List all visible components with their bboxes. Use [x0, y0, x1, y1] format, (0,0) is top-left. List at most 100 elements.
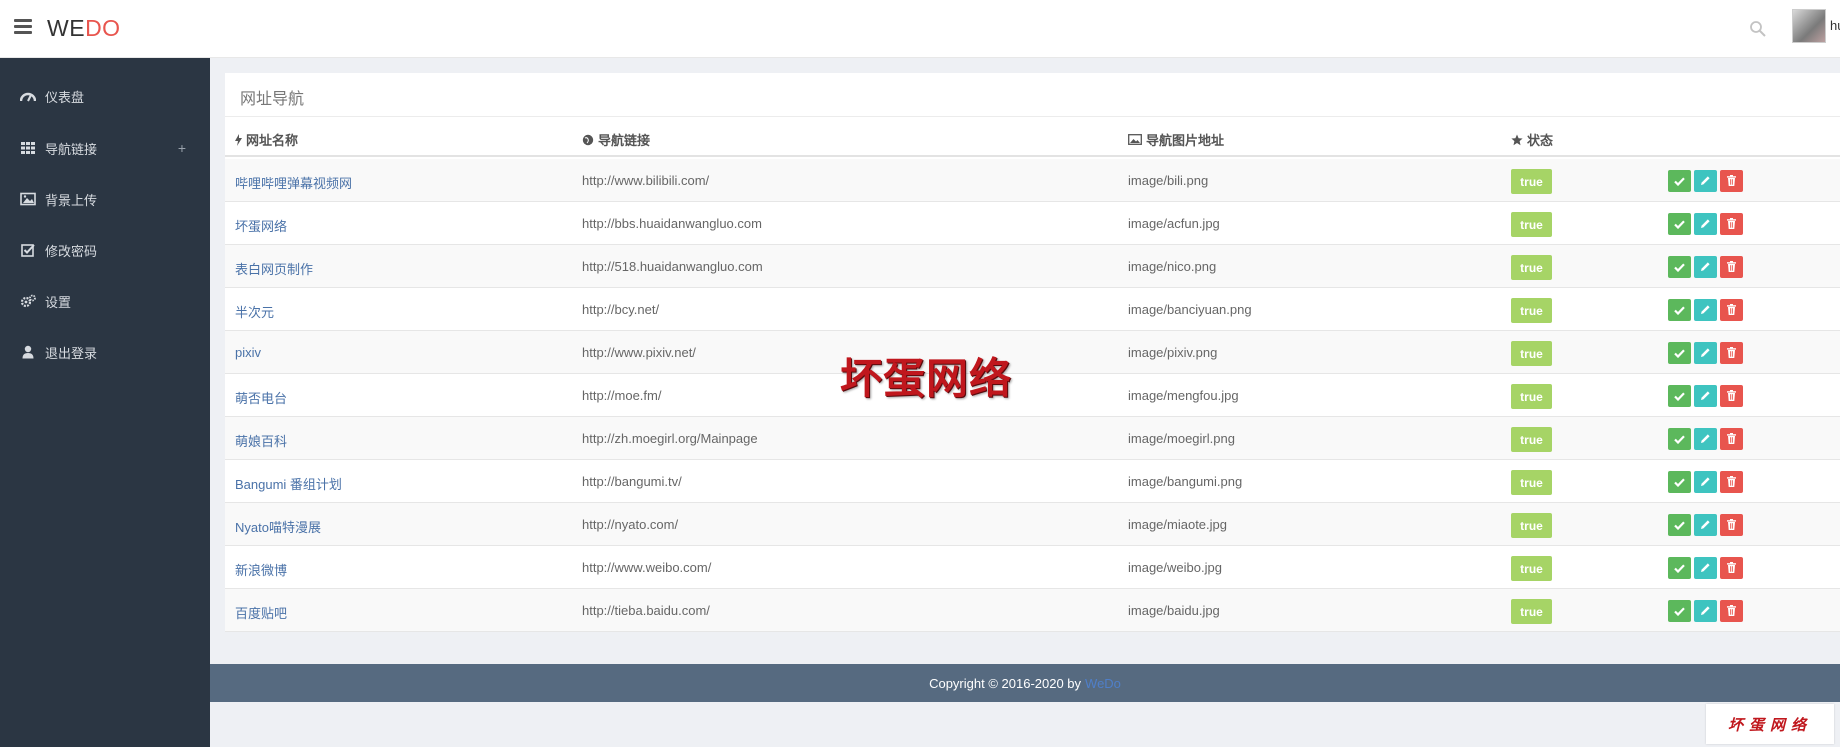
sidebar-item-change-password[interactable]: 修改密码	[0, 230, 210, 270]
delete-button[interactable]	[1720, 342, 1743, 364]
delete-button[interactable]	[1720, 213, 1743, 235]
status-badge: true	[1511, 255, 1552, 280]
edit-button[interactable]	[1694, 213, 1717, 235]
edit-button[interactable]	[1694, 299, 1717, 321]
edit-button[interactable]	[1694, 342, 1717, 364]
pencil-icon	[1700, 604, 1711, 619]
delete-button[interactable]	[1720, 299, 1743, 321]
site-url: http://moe.fm/	[582, 388, 662, 403]
edit-button[interactable]	[1694, 256, 1717, 278]
edit-button[interactable]	[1694, 385, 1717, 407]
site-name[interactable]: 萌娘百科	[235, 431, 287, 450]
footer-brand-link[interactable]: WeDo	[1085, 676, 1121, 691]
user-icon	[22, 345, 34, 359]
delete-button[interactable]	[1720, 385, 1743, 407]
site-name[interactable]: pixiv	[235, 345, 261, 360]
bolt-icon	[235, 133, 242, 146]
approve-button[interactable]	[1668, 600, 1691, 622]
approve-button[interactable]	[1668, 299, 1691, 321]
approve-button[interactable]	[1668, 428, 1691, 450]
delete-button[interactable]	[1720, 256, 1743, 278]
trash-icon	[1727, 346, 1736, 361]
edit-button[interactable]	[1694, 471, 1717, 493]
site-name[interactable]: Nyato喵特漫展	[235, 517, 321, 536]
header-url-label: 导航链接	[598, 133, 651, 148]
row-actions	[1668, 342, 1743, 364]
sidebar-item-label: 修改密码	[45, 243, 98, 259]
delete-button[interactable]	[1720, 557, 1743, 579]
edit-button[interactable]	[1694, 557, 1717, 579]
check-icon	[1674, 346, 1685, 361]
site-name[interactable]: 萌否电台	[235, 388, 287, 407]
site-name[interactable]: 半次元	[235, 302, 274, 321]
menu-toggle-icon[interactable]	[14, 19, 32, 35]
sidebar-item-label: 仪表盘	[45, 89, 85, 105]
site-name[interactable]: 哔哩哔哩弹幕视频网	[235, 173, 352, 192]
site-url: http://518.huaidanwangluo.com	[582, 259, 763, 274]
pencil-icon	[1700, 346, 1711, 361]
site-image-path: image/banciyuan.png	[1128, 302, 1252, 317]
footer: Copyright © 2016-2020 by WeDo	[210, 664, 1840, 702]
logo-do: DO	[85, 15, 121, 41]
approve-button[interactable]	[1668, 342, 1691, 364]
row-actions	[1668, 213, 1743, 235]
edit-button[interactable]	[1694, 428, 1717, 450]
edit-button[interactable]	[1694, 170, 1717, 192]
app-logo[interactable]: WEDO	[47, 15, 121, 42]
delete-button[interactable]	[1720, 428, 1743, 450]
site-name[interactable]: 新浪微博	[235, 560, 287, 579]
delete-button[interactable]	[1720, 170, 1743, 192]
sidebar-item-label: 退出登录	[45, 345, 98, 361]
sidebar-item-logout[interactable]: 退出登录	[0, 332, 210, 372]
delete-button[interactable]	[1720, 600, 1743, 622]
approve-button[interactable]	[1668, 557, 1691, 579]
trash-icon	[1727, 389, 1736, 404]
edit-button[interactable]	[1694, 514, 1717, 536]
approve-button[interactable]	[1668, 213, 1691, 235]
check-icon	[1674, 475, 1685, 490]
approve-button[interactable]	[1668, 256, 1691, 278]
status-badge: true	[1511, 298, 1552, 323]
site-name[interactable]: 坏蛋网络	[235, 216, 287, 235]
approve-button[interactable]	[1668, 471, 1691, 493]
edit-button[interactable]	[1694, 600, 1717, 622]
approve-button[interactable]	[1668, 514, 1691, 536]
approve-button[interactable]	[1668, 385, 1691, 407]
sidebar-item-background-upload[interactable]: 背景上传	[0, 179, 210, 219]
sidebar-item-settings[interactable]: 设置	[0, 281, 210, 321]
approve-button[interactable]	[1668, 170, 1691, 192]
site-name[interactable]: 表白网页制作	[235, 259, 313, 278]
status-badge: true	[1511, 384, 1552, 409]
site-url: http://www.bilibili.com/	[582, 173, 710, 188]
table-row: 新浪微博 http://www.weibo.com/image/weibo.jpg…	[225, 546, 1840, 589]
table-row: 表白网页制作 http://518.huaidanwangluo.com image…	[225, 245, 1840, 288]
header-name[interactable]: 网址名称	[235, 130, 298, 149]
logo-we: WE	[47, 15, 86, 41]
site-image-path: image/baidu.jpg	[1128, 603, 1220, 618]
site-name[interactable]: Bangumi 番组计划	[235, 474, 342, 493]
table-row: 半次元 http://bcy.net/image/banciyuan.png tru…	[225, 288, 1840, 331]
status-badge: true	[1511, 513, 1552, 538]
sidebar-item-nav-links[interactable]: 导航链接 +	[0, 128, 210, 168]
pencil-icon	[1700, 432, 1711, 447]
sidebar-item-label: 导航链接	[45, 141, 98, 157]
header-status[interactable]: 状态	[1511, 130, 1553, 149]
status-badge: true	[1511, 427, 1552, 452]
site-name[interactable]: 百度贴吧	[235, 603, 287, 622]
check-icon	[1674, 518, 1685, 533]
delete-button[interactable]	[1720, 471, 1743, 493]
expand-plus-icon[interactable]: +	[178, 140, 186, 156]
site-image-path: image/moegirl.png	[1128, 431, 1235, 446]
image-icon	[20, 192, 36, 206]
corner-logo: 坏蛋网络	[1706, 704, 1834, 744]
check-square-icon	[21, 244, 35, 257]
username[interactable]: hu	[1830, 18, 1840, 33]
sidebar-item-dashboard[interactable]: 仪表盘	[0, 76, 210, 116]
search-icon[interactable]	[1749, 20, 1767, 38]
site-image-path: image/mengfou.jpg	[1128, 388, 1239, 403]
avatar[interactable]	[1792, 9, 1826, 43]
header-image[interactable]: 导航图片地址	[1128, 130, 1224, 149]
header-url[interactable]: 导航链接	[582, 130, 650, 149]
check-icon	[1674, 217, 1685, 232]
delete-button[interactable]	[1720, 514, 1743, 536]
